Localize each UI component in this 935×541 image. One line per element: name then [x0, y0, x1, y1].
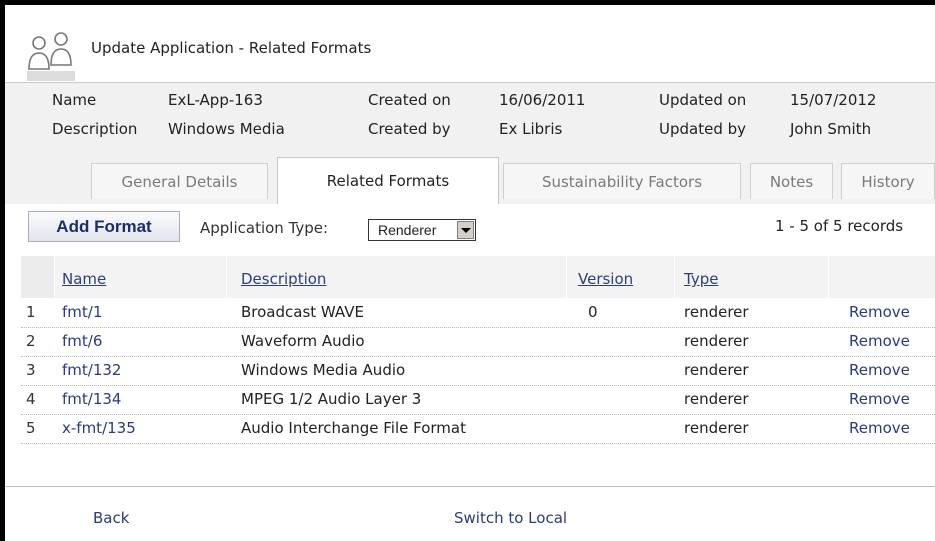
format-type: renderer — [684, 361, 749, 379]
updated-by-label: Updated by — [659, 120, 747, 138]
remove-link[interactable]: Remove — [849, 419, 910, 437]
created-on-value: 16/06/2011 — [499, 91, 586, 109]
tab-notes[interactable]: Notes — [750, 163, 833, 199]
format-link[interactable]: fmt/132 — [62, 361, 121, 379]
column-divider — [54, 256, 55, 298]
format-description: Broadcast WAVE — [241, 303, 364, 321]
switch-to-local-link[interactable]: Switch to Local — [454, 509, 567, 527]
format-version: 0 — [588, 303, 598, 321]
format-type: renderer — [684, 332, 749, 350]
application-type-select[interactable]: Renderer — [368, 219, 476, 241]
updated-on-value: 15/07/2012 — [790, 91, 877, 109]
remove-link[interactable]: Remove — [849, 361, 910, 379]
row-number: 4 — [26, 390, 36, 408]
created-on-label: Created on — [368, 91, 451, 109]
table-header — [21, 256, 935, 298]
table-row: 5 x-fmt/135 Audio Interchange File Forma… — [21, 414, 935, 444]
format-description: Audio Interchange File Format — [241, 419, 466, 437]
table-row: 1 fmt/1 Broadcast WAVE 0 renderer Remove — [21, 298, 935, 328]
remove-link[interactable]: Remove — [849, 303, 910, 321]
format-description: Windows Media Audio — [241, 361, 406, 379]
column-header-type[interactable]: Type — [684, 270, 718, 288]
page-title: Update Application - Related Formats — [91, 39, 372, 57]
format-type: renderer — [684, 419, 749, 437]
table-row: 4 fmt/134 MPEG 1/2 Audio Layer 3 rendere… — [21, 385, 935, 415]
tab-sustainability-factors[interactable]: Sustainability Factors — [503, 163, 741, 199]
created-by-label: Created by — [368, 120, 451, 138]
format-link[interactable]: fmt/6 — [62, 332, 102, 350]
remove-link[interactable]: Remove — [849, 390, 910, 408]
chevron-down-icon[interactable] — [457, 221, 474, 239]
application-type-value: Renderer — [378, 222, 437, 238]
tab-history[interactable]: History — [841, 163, 935, 199]
format-link[interactable]: x-fmt/135 — [62, 419, 136, 437]
name-value: ExL-App-163 — [168, 91, 263, 109]
column-header-description[interactable]: Description — [241, 270, 326, 288]
table-row: 2 fmt/6 Waveform Audio renderer Remove — [21, 327, 935, 357]
description-label: Description — [52, 120, 138, 138]
updated-on-label: Updated on — [659, 91, 747, 109]
row-number: 2 — [26, 332, 36, 350]
back-link[interactable]: Back — [93, 509, 129, 527]
row-number: 3 — [26, 361, 36, 379]
users-icon — [27, 32, 75, 81]
row-number-header — [21, 256, 54, 298]
column-divider — [566, 256, 567, 298]
table-row: 3 fmt/132 Windows Media Audio renderer R… — [21, 356, 935, 386]
format-link[interactable]: fmt/1 — [62, 303, 102, 321]
format-description: MPEG 1/2 Audio Layer 3 — [241, 390, 422, 408]
footer-divider — [5, 486, 935, 487]
format-description: Waveform Audio — [241, 332, 365, 350]
name-label: Name — [52, 91, 97, 109]
row-number: 1 — [26, 303, 36, 321]
column-header-version[interactable]: Version — [578, 270, 633, 288]
application-type-label: Application Type: — [200, 219, 329, 237]
remove-link[interactable]: Remove — [849, 332, 910, 350]
record-count: 1 - 5 of 5 records — [775, 217, 904, 235]
description-value: Windows Media — [168, 120, 285, 138]
format-type: renderer — [684, 390, 749, 408]
page-header: Update Application - Related Formats — [5, 5, 935, 83]
updated-by-value: John Smith — [790, 120, 872, 138]
column-header-name[interactable]: Name — [62, 270, 106, 288]
column-divider — [674, 256, 675, 298]
tab-general-details[interactable]: General Details — [91, 163, 268, 199]
format-link[interactable]: fmt/134 — [62, 390, 121, 408]
created-by-value: Ex Libris — [499, 120, 563, 138]
row-number: 5 — [26, 419, 36, 437]
application-info-panel: Name ExL-App-163 Description Windows Med… — [5, 83, 935, 204]
column-divider — [828, 256, 829, 298]
column-divider — [226, 256, 227, 298]
format-type: renderer — [684, 303, 749, 321]
add-format-button[interactable]: Add Format — [28, 211, 180, 242]
tab-related-formats[interactable]: Related Formats — [277, 157, 499, 204]
